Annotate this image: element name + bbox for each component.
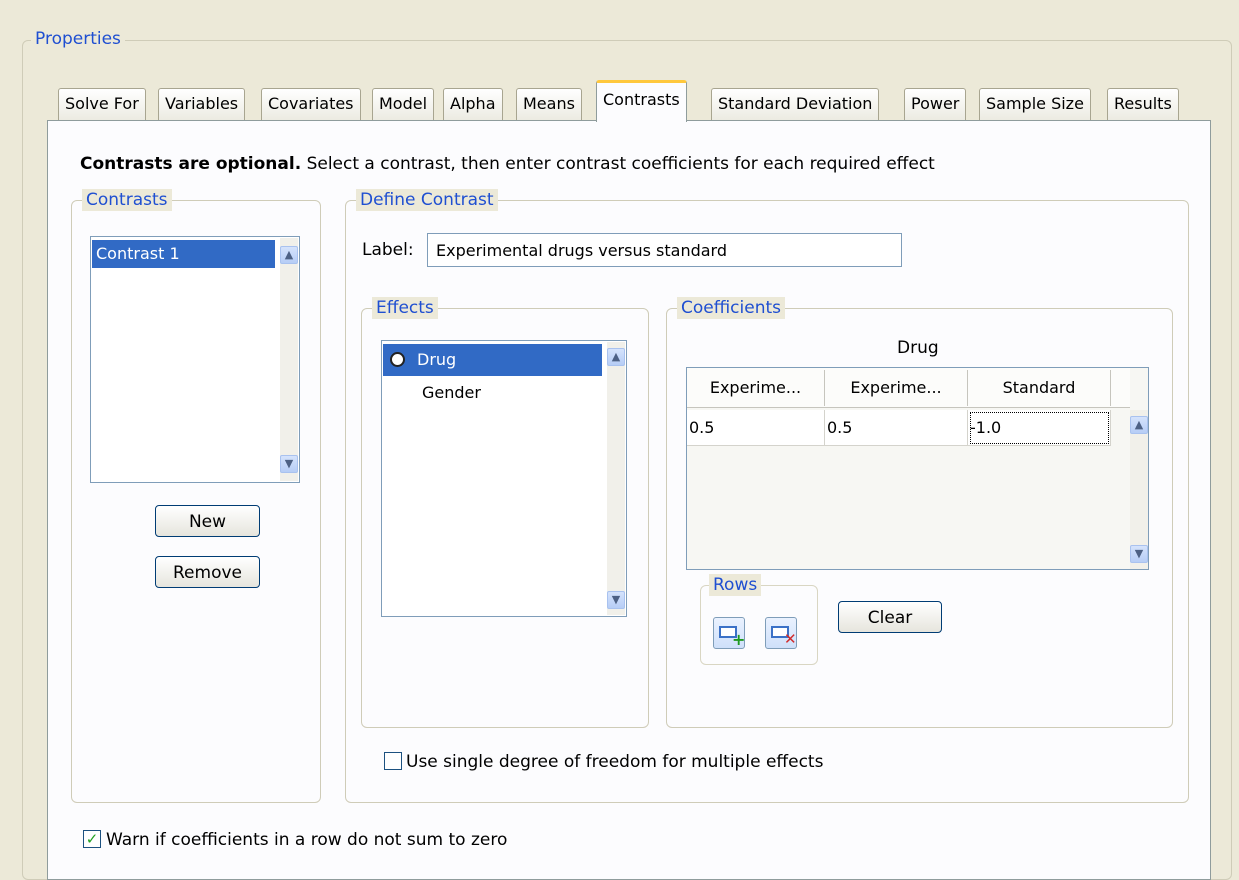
- warn-label[interactable]: Warn if coefficients in a row do not sum…: [106, 830, 507, 850]
- instruction-text: Contrasts are optional. Select a contras…: [80, 154, 935, 174]
- column-header[interactable]: Standard: [968, 370, 1111, 406]
- effect-label: Gender: [422, 383, 481, 402]
- clear-button[interactable]: Clear: [838, 601, 942, 633]
- contrast-item[interactable]: Contrast 1: [92, 240, 275, 268]
- new-contrast-button[interactable]: New: [155, 505, 260, 537]
- grid-header-row: Experime... Experime... Standard: [687, 368, 1130, 408]
- remove-contrast-button[interactable]: Remove: [155, 556, 260, 588]
- column-header[interactable]: Experime...: [687, 370, 825, 406]
- contrasts-list[interactable]: Contrast 1 ▲ ▼: [90, 236, 300, 483]
- tab-results[interactable]: Results: [1107, 88, 1179, 120]
- tab-contrasts[interactable]: Contrasts: [596, 80, 687, 122]
- instruction-rest: Select a contrast, then enter contrast c…: [301, 154, 935, 174]
- coefficients-grid[interactable]: Experime... Experime... Standard 0.5 0.5…: [686, 367, 1149, 570]
- coefficients-group-title: Coefficients: [677, 297, 785, 319]
- effect-label: Drug: [417, 350, 457, 369]
- tab-sample-size[interactable]: Sample Size: [979, 88, 1091, 120]
- tab-model[interactable]: Model: [372, 88, 435, 120]
- selected-radio-icon: [390, 352, 405, 367]
- tab-covariates[interactable]: Covariates: [261, 88, 361, 120]
- effects-scrollbar[interactable]: ▲ ▼: [607, 342, 625, 615]
- effects-group-title: Effects: [372, 297, 438, 319]
- label-caption: Label:: [362, 240, 414, 260]
- effects-list[interactable]: Drug Gender ▲ ▼: [381, 340, 627, 617]
- scroll-down-icon[interactable]: ▼: [607, 591, 625, 609]
- single-df-label[interactable]: Use single degree of freedom for multipl…: [406, 752, 823, 772]
- effect-item-drug[interactable]: Drug: [383, 344, 602, 376]
- delete-row-icon[interactable]: ✕: [765, 617, 797, 649]
- effect-item-gender[interactable]: Gender: [383, 379, 602, 407]
- contrasts-scrollbar[interactable]: ▲ ▼: [280, 238, 298, 481]
- coefficient-cell[interactable]: -1.0: [968, 410, 1111, 446]
- scroll-up-icon[interactable]: ▲: [1130, 416, 1148, 434]
- tab-solve-for[interactable]: Solve For: [58, 88, 146, 120]
- coefficients-group-header: Drug: [897, 338, 939, 358]
- contrast-label-input[interactable]: [427, 233, 902, 267]
- tab-variables[interactable]: Variables: [158, 88, 246, 120]
- warn-checkbox[interactable]: ✓: [83, 830, 101, 848]
- add-row-icon[interactable]: +: [713, 617, 745, 649]
- column-header[interactable]: Experime...: [825, 370, 968, 406]
- scroll-up-icon[interactable]: ▲: [607, 348, 625, 366]
- rows-group-title: Rows: [709, 574, 762, 596]
- scroll-down-icon[interactable]: ▼: [1130, 545, 1148, 563]
- tab-power[interactable]: Power: [904, 88, 967, 120]
- tab-means[interactable]: Means: [516, 88, 582, 120]
- scroll-up-icon[interactable]: ▲: [280, 246, 298, 264]
- single-df-checkbox[interactable]: [384, 752, 402, 770]
- coefficient-cell[interactable]: 0.5: [687, 410, 825, 446]
- coefficients-scrollbar[interactable]: ▲ ▼: [1130, 410, 1148, 569]
- instruction-bold: Contrasts are optional.: [80, 154, 302, 174]
- properties-title: Properties: [31, 28, 125, 50]
- contrasts-group-title: Contrasts: [82, 189, 172, 211]
- coefficient-cell[interactable]: 0.5: [825, 410, 968, 446]
- tab-alpha[interactable]: Alpha: [443, 88, 503, 120]
- scroll-down-icon[interactable]: ▼: [280, 455, 298, 473]
- define-contrast-title: Define Contrast: [356, 189, 498, 211]
- tab-standard-deviation[interactable]: Standard Deviation: [711, 88, 880, 120]
